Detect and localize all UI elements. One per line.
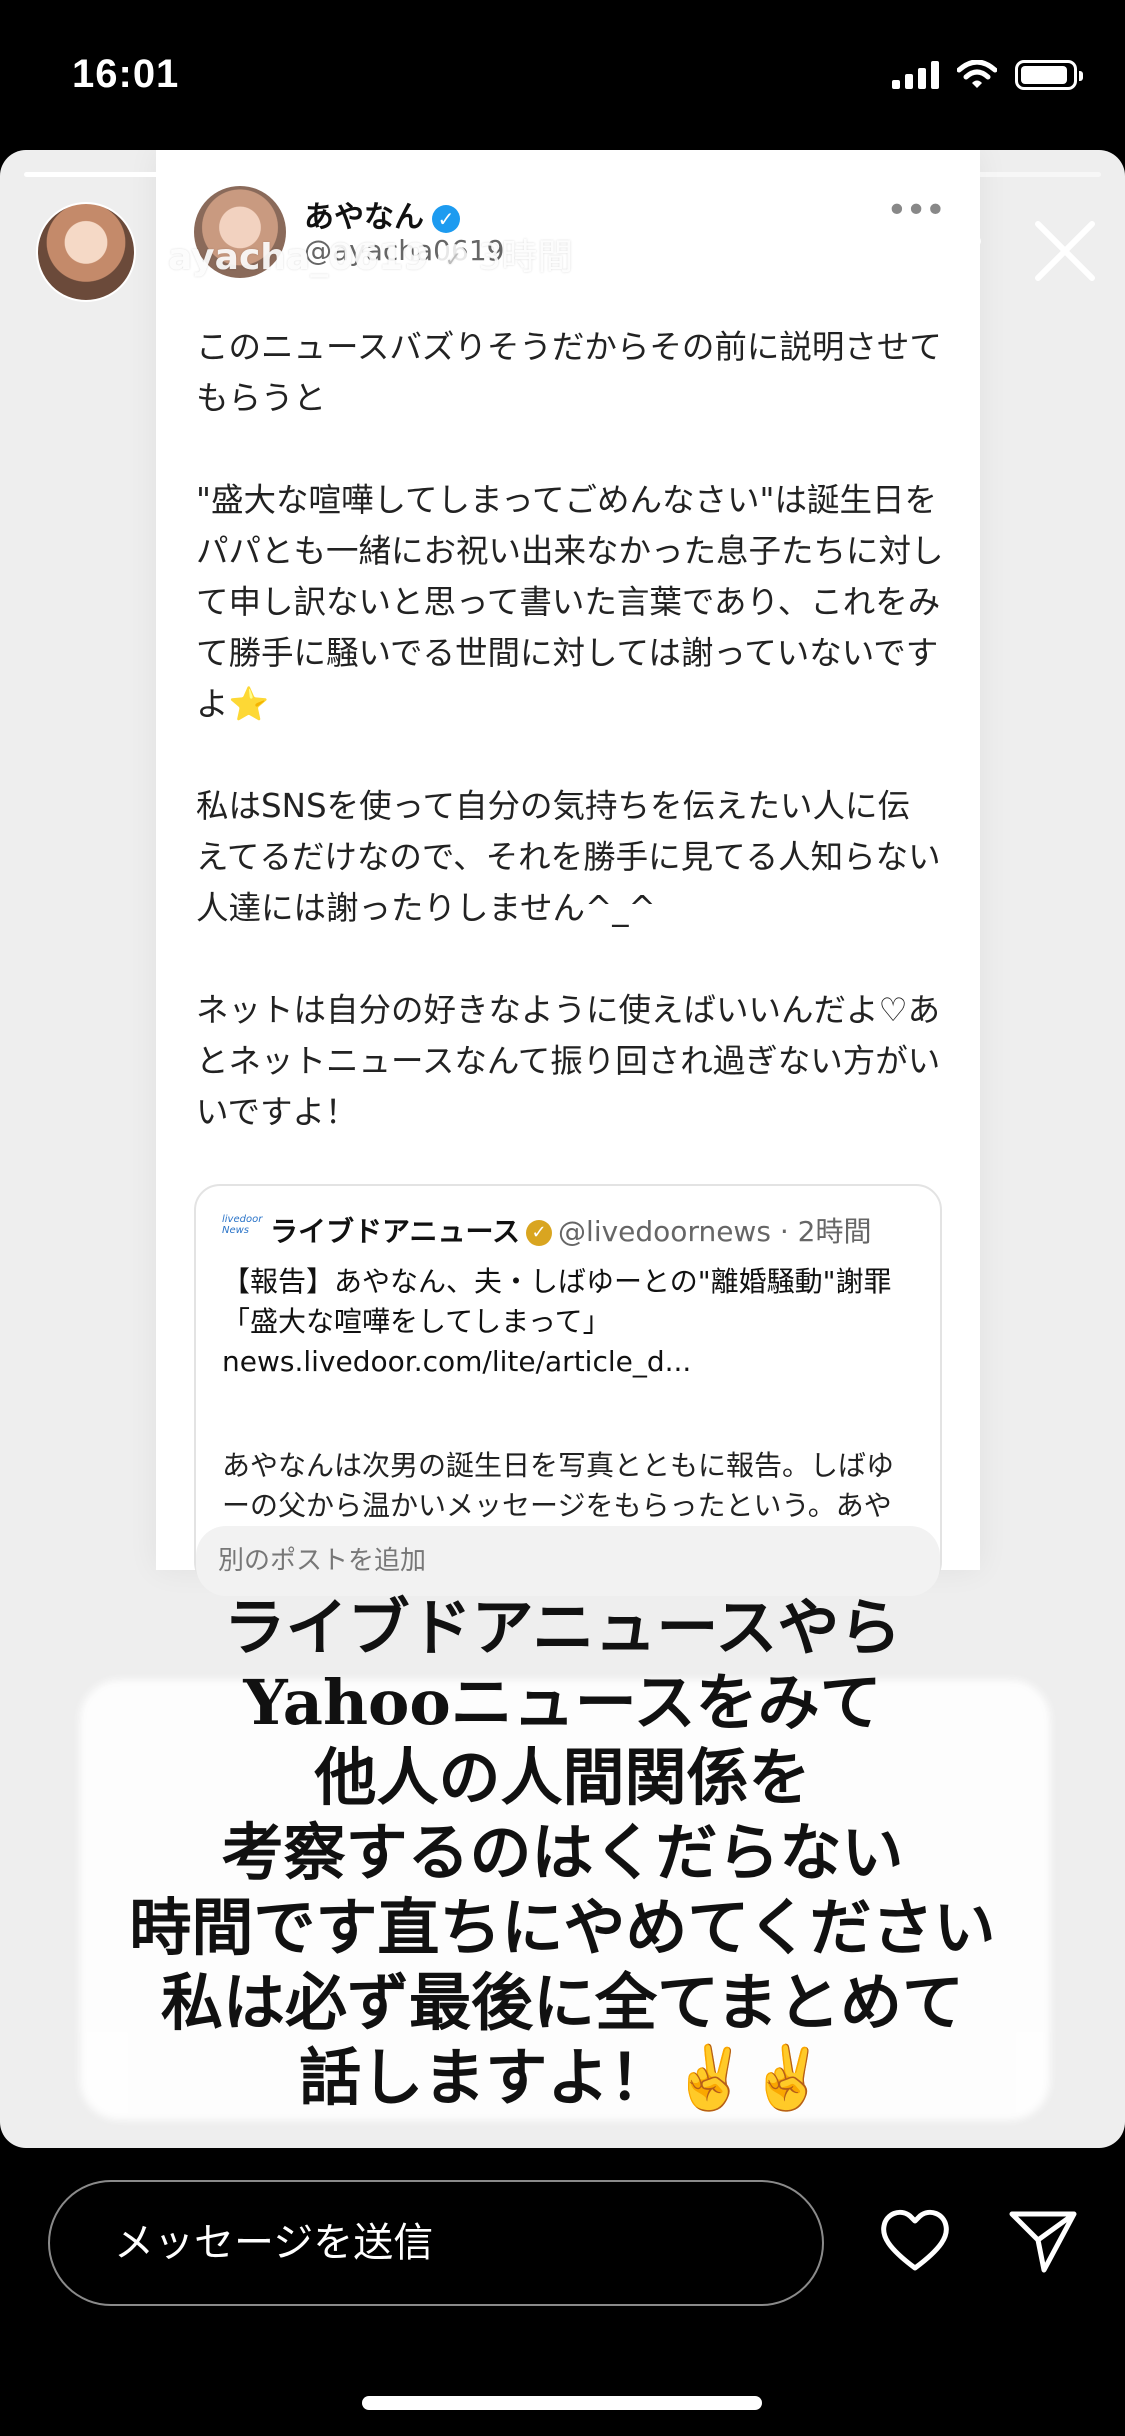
status-time: 16:01 <box>72 52 180 96</box>
signal-icon <box>892 61 939 89</box>
message-input[interactable]: メッセージを送信 <box>48 2180 824 2306</box>
story-header: ayacha_0619 ✓ 3時間 ••• <box>0 150 1125 350</box>
send-icon[interactable] <box>1006 2204 1080 2278</box>
story-username[interactable]: ayacha_0619 ✓ 3時間 <box>168 228 573 280</box>
quoted-author: ライブドアニュース ✓ @livedoornews · 2時間 <box>270 1215 872 1248</box>
heart-icon[interactable] <box>878 2204 952 2278</box>
add-post-field: 別のポストを追加 <box>196 1526 940 1596</box>
verified-badge-icon: ✓ <box>438 244 469 274</box>
story-caption: ライブドアニュースやら Yahooニュースをみて 他人の人間関係を 考察するのは… <box>129 1591 996 2114</box>
story-time: 3時間 <box>478 237 574 278</box>
more-icon[interactable]: ••• <box>920 220 987 266</box>
reply-bar: メッセージを送信 <box>0 2148 1125 2436</box>
status-bar: 16:01 <box>0 0 1125 150</box>
wifi-icon <box>957 60 997 88</box>
profile-avatar[interactable] <box>36 202 136 302</box>
battery-icon <box>1015 60 1083 90</box>
status-icons <box>892 60 1083 90</box>
tweet-screenshot: あやなん ✓ @ayacha0619 ••• このニュースバズりそうだからその前に… <box>156 150 980 1588</box>
quoted-headline: 【報告】あやなん、夫・しばゆーとの"離婚騒動"謝罪 「盛大な喧嘩をしてしまって」… <box>222 1265 892 1378</box>
tweet-text: このニュースバズりそうだからその前に説明させて もらうと "盛大な喧嘩してしまっ… <box>196 328 944 1131</box>
verified-gold-icon: ✓ <box>526 1220 553 1246</box>
livedoor-logo-icon: livedoor News <box>222 1214 263 1236</box>
home-indicator <box>362 2396 762 2410</box>
story-view[interactable]: あやなん ✓ @ayacha0619 ••• このニュースバズりそうだからその前に… <box>0 150 1125 2148</box>
close-icon[interactable] <box>1030 216 1100 286</box>
